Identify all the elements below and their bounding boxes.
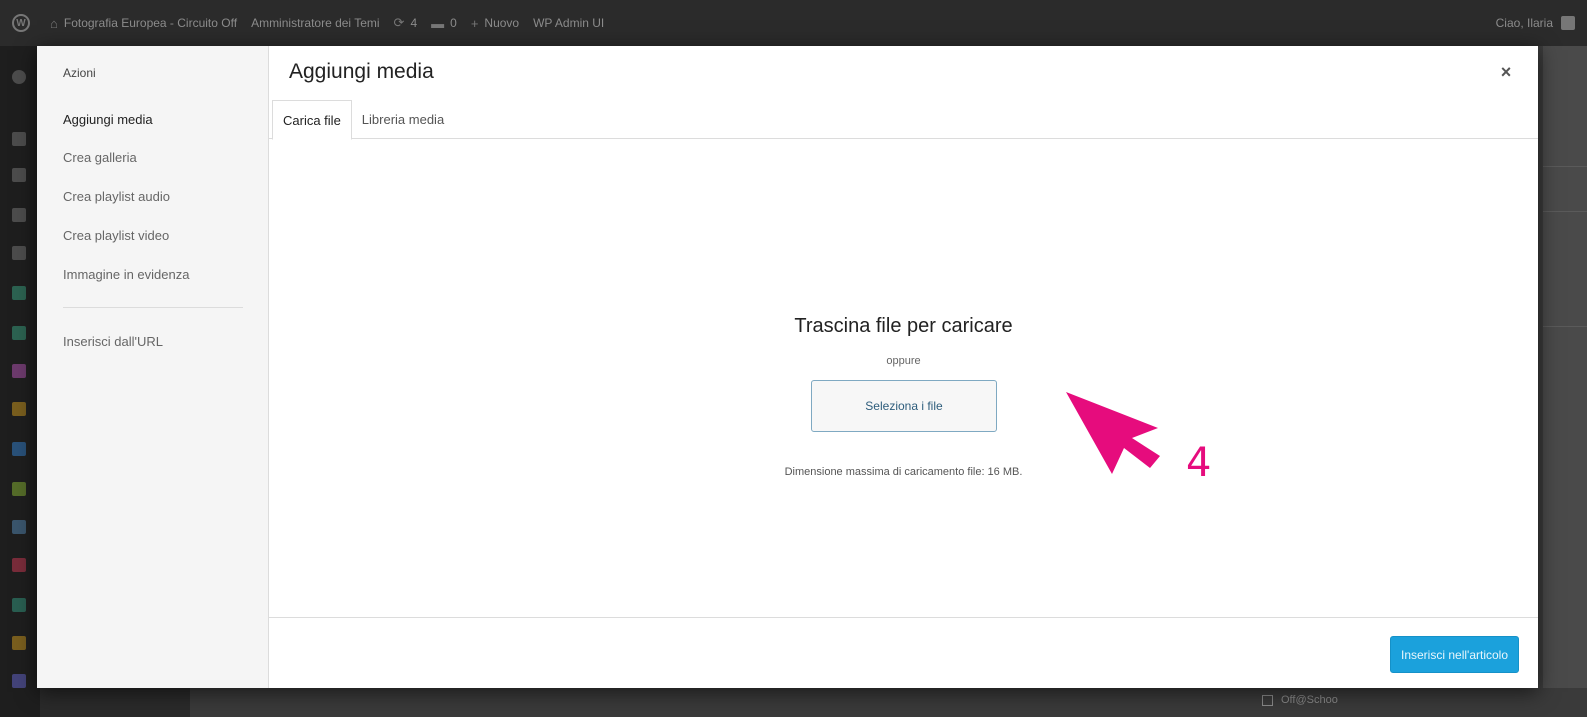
- menu-item-create-gallery[interactable]: Crea galleria: [63, 150, 137, 165]
- users-icon[interactable]: [12, 520, 26, 534]
- drop-zone-title: Trascina file per caricare: [794, 315, 1013, 337]
- pin-icon[interactable]: [12, 132, 26, 146]
- tab-media-library[interactable]: Libreria media: [352, 100, 454, 139]
- new-content-link[interactable]: + Nuovo: [471, 16, 519, 31]
- plugin-icon[interactable]: [12, 364, 26, 378]
- site-name-label: Fotografia Europea - Circuito Off: [63, 16, 238, 30]
- insert-into-post-button[interactable]: Inserisci nell'articolo: [1390, 636, 1519, 673]
- select-files-button[interactable]: Seleziona i file: [811, 380, 997, 432]
- wp-admin-ui-label: WP Admin UI: [533, 16, 605, 30]
- comments-link[interactable]: ▬ 0: [431, 16, 457, 31]
- plugin-icon[interactable]: [12, 286, 26, 300]
- menu-separator: [63, 307, 243, 308]
- settings-icon[interactable]: [12, 674, 26, 688]
- menu-item-featured-image[interactable]: Immagine in evidenza: [63, 267, 189, 282]
- media-modal-menu: Azioni Aggiungi media Crea galleria Crea…: [37, 46, 269, 688]
- background-footer: [40, 688, 190, 717]
- home-icon: ⌂: [50, 15, 58, 31]
- close-icon[interactable]: ×: [1494, 60, 1518, 84]
- theme-admin-link[interactable]: Amministratore dei Temi: [251, 16, 379, 30]
- plugin-icon[interactable]: [12, 636, 26, 650]
- user-account-link[interactable]: Ciao, Ilaria: [1496, 0, 1575, 46]
- annotation-step-number: 4: [1186, 440, 1212, 486]
- plugin-icon[interactable]: [12, 402, 26, 416]
- menu-item-add-media[interactable]: Aggiungi media: [63, 112, 153, 127]
- comments-icon[interactable]: [12, 246, 26, 260]
- pages-icon[interactable]: [12, 208, 26, 222]
- media-icon[interactable]: [12, 168, 26, 182]
- background-editor-panel: [1543, 46, 1587, 717]
- menu-heading: Azioni: [63, 66, 96, 80]
- dashboard-icon[interactable]: [12, 70, 26, 84]
- new-content-label: Nuovo: [484, 16, 520, 30]
- upload-drop-zone[interactable]: Trascina file per caricare oppure Selezi…: [269, 139, 1538, 617]
- checkbox-box: [1262, 694, 1273, 706]
- comment-icon: ▬: [431, 15, 445, 31]
- theme-admin-label: Amministratore dei Temi: [251, 16, 380, 30]
- avatar: [1561, 16, 1575, 30]
- updates-count: 4: [410, 16, 418, 30]
- site-name-link[interactable]: ⌂ Fotografia Europea - Circuito Off: [50, 16, 237, 31]
- media-modal: Azioni Aggiungi media Crea galleria Crea…: [37, 46, 1538, 688]
- updates-link[interactable]: ⟳ 4: [394, 15, 418, 31]
- checkbox-label: Off@Schoo: [1281, 694, 1338, 706]
- annotation-arrow-icon: [1066, 392, 1160, 474]
- menu-item-insert-from-url[interactable]: Inserisci dall'URL: [63, 334, 163, 349]
- menu-item-video-playlist[interactable]: Crea playlist video: [63, 228, 169, 243]
- admin-bar: W ⌂ Fotografia Europea - Circuito Off Am…: [0, 0, 1587, 46]
- plugin-icon[interactable]: [12, 326, 26, 340]
- background-editor-area: [40, 688, 1587, 717]
- plugin-icon[interactable]: [12, 482, 26, 496]
- background-category-checkbox[interactable]: Off@Schoo: [1262, 694, 1338, 706]
- menu-item-audio-playlist[interactable]: Crea playlist audio: [63, 189, 170, 204]
- wordpress-logo-icon[interactable]: W: [12, 14, 30, 32]
- user-greeting: Ciao, Ilaria: [1495, 16, 1553, 30]
- plugin-icon[interactable]: [12, 598, 26, 612]
- drop-zone-or: oppure: [886, 355, 921, 367]
- help-icon[interactable]: [12, 442, 26, 456]
- max-upload-size: Dimensione massima di caricamento file: …: [784, 466, 1023, 478]
- media-toolbar: Inserisci nell'articolo: [269, 617, 1538, 688]
- media-router-tabs: Carica file Libreria media: [269, 100, 1538, 140]
- comments-count: 0: [450, 16, 457, 30]
- modal-title: Aggiungi media: [289, 60, 434, 83]
- plus-icon: +: [470, 15, 479, 31]
- updates-icon: ⟳: [393, 15, 405, 30]
- wp-admin-ui-link[interactable]: WP Admin UI: [533, 16, 604, 30]
- tab-upload-files[interactable]: Carica file: [272, 100, 352, 140]
- plugin-icon[interactable]: [12, 558, 26, 572]
- admin-sidebar: [0, 46, 40, 717]
